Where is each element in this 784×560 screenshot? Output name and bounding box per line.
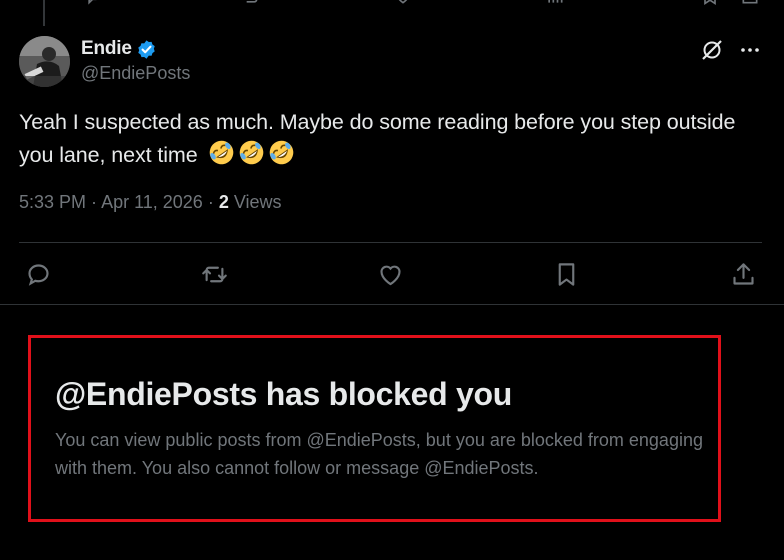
more-icon[interactable] — [738, 38, 762, 62]
views-icon[interactable] — [545, 0, 565, 6]
reply-button[interactable] — [22, 258, 54, 290]
repost-icon — [201, 266, 227, 282]
share-button[interactable] — [727, 258, 759, 290]
like-icon[interactable] — [393, 0, 413, 6]
author-handle[interactable]: @EndiePosts — [81, 63, 190, 84]
divider — [19, 242, 762, 243]
rolling-on-floor-laughing-emoji-icon — [210, 140, 234, 165]
post-time[interactable]: 5:33 PM — [19, 192, 86, 212]
author-block: Endie @EndiePosts — [81, 37, 190, 84]
emoji-group — [207, 138, 296, 167]
author-name[interactable]: Endie — [81, 38, 132, 60]
author-avatar[interactable] — [19, 36, 70, 87]
post-action-bar — [0, 258, 784, 290]
divider — [0, 304, 784, 305]
blocked-notice-title: @EndiePosts has blocked you — [55, 376, 512, 412]
post-text-content: Yeah I suspected as much. Maybe do some … — [19, 110, 736, 167]
repost-icon[interactable] — [240, 0, 260, 6]
blocked-notice-body: You can view public posts from @EndiePos… — [55, 430, 703, 478]
bookmark-button[interactable] — [550, 258, 582, 290]
bookmark-icon[interactable] — [700, 0, 720, 6]
like-button[interactable] — [374, 258, 406, 290]
post-meta: 5:33 PM · Apr 11, 2026 · 2 Views — [19, 192, 282, 213]
repost-button[interactable] — [198, 258, 230, 290]
grok-icon[interactable] — [700, 38, 724, 62]
like-icon — [379, 265, 401, 285]
rolling-on-floor-laughing-emoji-icon — [240, 140, 264, 165]
views-label: Views — [233, 192, 282, 212]
post-date[interactable]: Apr 11, 2026 — [101, 192, 203, 212]
bookmark-icon — [558, 262, 574, 286]
share-icon — [732, 262, 754, 285]
avatar-image — [19, 36, 70, 87]
meta-separator: · — [86, 192, 102, 212]
previous-post-action-bar — [0, 0, 784, 6]
meta-separator: · — [202, 192, 219, 212]
views-count: 2 — [218, 192, 229, 212]
rolling-on-floor-laughing-emoji-icon — [270, 140, 294, 165]
reply-icon — [27, 263, 49, 286]
verified-badge-icon — [136, 39, 157, 60]
post-header-icons — [700, 38, 762, 62]
reply-icon[interactable] — [85, 0, 105, 6]
post-text: Yeah I suspected as much. Maybe do some … — [19, 106, 759, 171]
share-icon[interactable] — [740, 0, 760, 6]
